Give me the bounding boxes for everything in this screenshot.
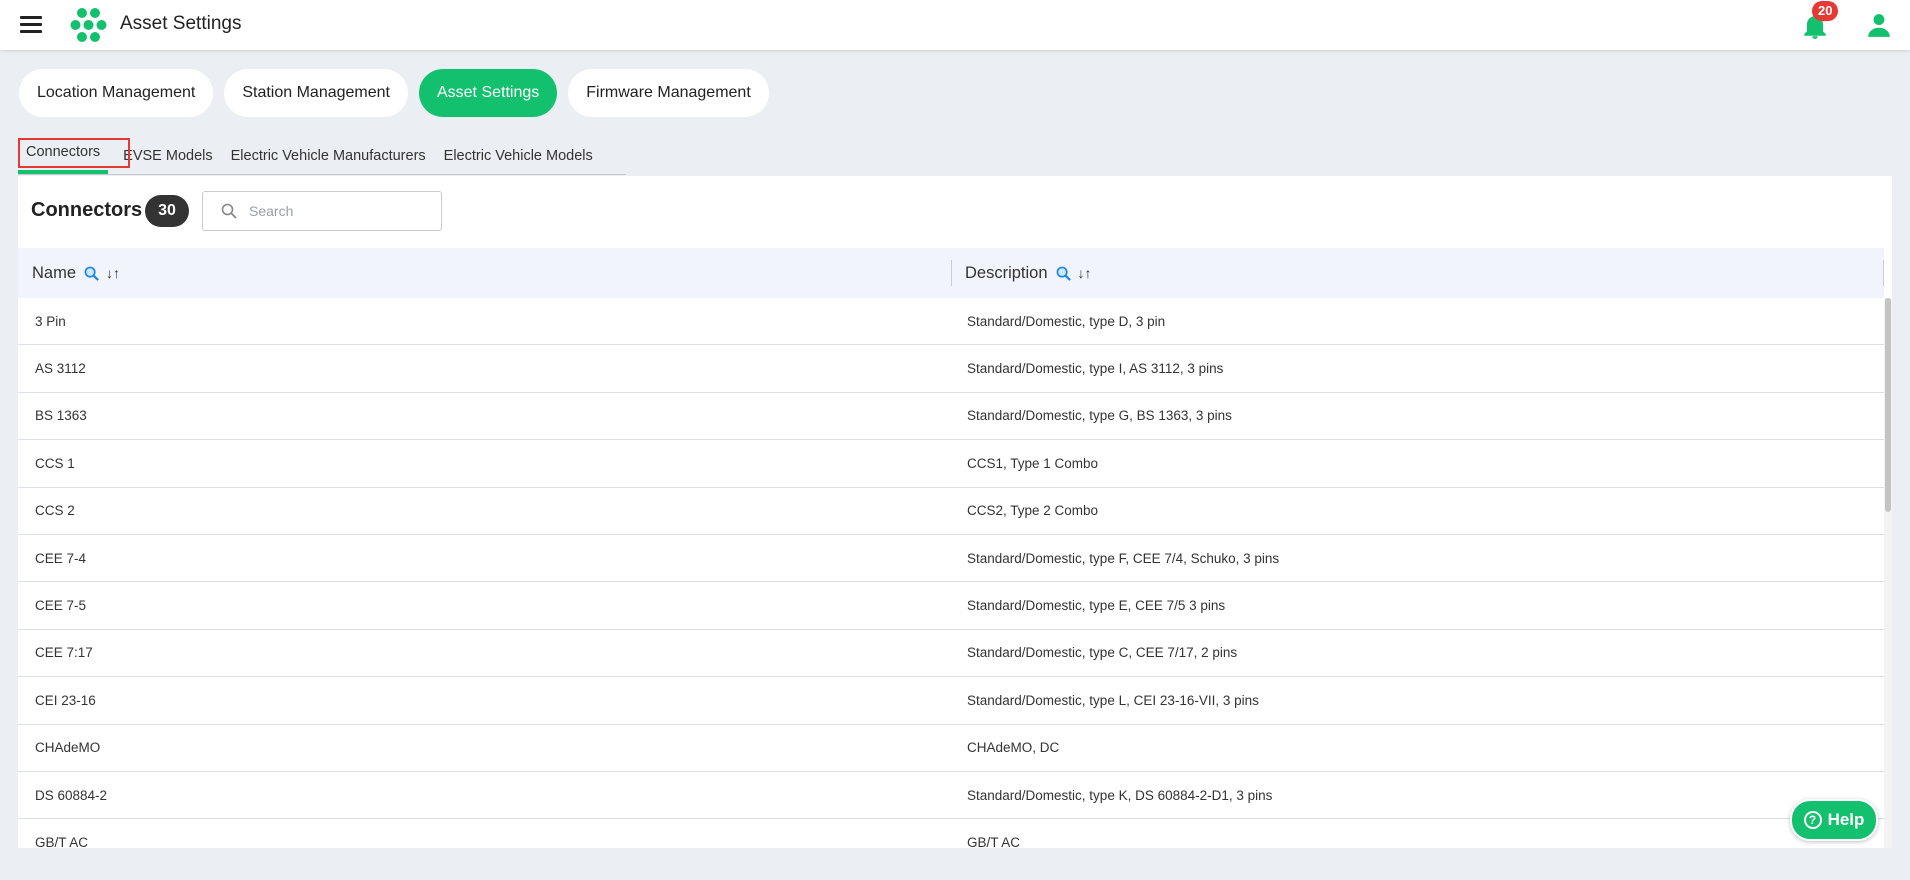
cell-name: CCS 2 [35, 503, 75, 519]
top-bar: Asset Settings 20 [0, 0, 1910, 50]
cell-description: Standard/Domestic, type E, CEE 7/5 3 pin… [967, 598, 1226, 614]
cell-description: GB/T AC [967, 834, 1021, 848]
cell-description: Standard/Domestic, type D, 3 pin [967, 313, 1166, 329]
column-header-description-label: Description [965, 263, 1048, 282]
cell-name: CEI 23-16 [35, 692, 96, 708]
section-title: Connectors [31, 199, 143, 221]
app-logo [70, 8, 107, 42]
subtab-ev-models[interactable]: Electric Vehicle Models [435, 137, 602, 174]
cell-description: Standard/Domestic, type I, AS 3112, 3 pi… [967, 361, 1224, 377]
cell-name: CCS 1 [35, 455, 75, 471]
cell-description: CCS2, Type 2 Combo [967, 503, 1099, 519]
main-tabs: Location Management Station Management A… [19, 69, 769, 117]
table-body: 3 Pin Standard/Domestic, type D, 3 pin AS… [18, 298, 1884, 848]
cell-name: 3 Pin [35, 313, 66, 329]
search-box[interactable] [202, 191, 442, 231]
cell-name: CEE 7-5 [35, 598, 87, 614]
subtab-ev-manufacturers[interactable]: Electric Vehicle Manufacturers [222, 137, 435, 174]
table-row[interactable]: AS 3112 Standard/Domestic, type I, AS 311… [18, 345, 1884, 393]
cell-name: GB/T AC [35, 834, 89, 848]
table-header: Name ↓↑ Description ↓↑ [18, 248, 1884, 298]
table-row[interactable]: CCS 1 CCS1, Type 1 Combo [18, 440, 1884, 488]
filter-search-icon[interactable] [1056, 266, 1071, 281]
notification-count-badge: 20 [1812, 1, 1839, 21]
tab-location-management[interactable]: Location Management [19, 69, 214, 117]
tab-asset-settings[interactable]: Asset Settings [418, 69, 558, 117]
hamburger-menu-icon[interactable] [20, 16, 42, 34]
table-row[interactable]: CHAdeMO CHAdeMO, DC [18, 725, 1884, 772]
user-profile-icon[interactable] [1866, 12, 1892, 38]
table-row[interactable]: GB/T AC GB/T AC [18, 819, 1884, 848]
table-row[interactable]: DS 60884-2 Standard/Domestic, type K, DS … [18, 772, 1884, 820]
sort-icon[interactable]: ↓↑ [1078, 265, 1092, 281]
count-badge: 30 [145, 195, 189, 227]
column-header-description[interactable]: Description ↓↑ [952, 248, 1884, 298]
table-row[interactable]: CEE 7-4 Standard/Domestic, type F, CEE 7/… [18, 535, 1884, 583]
tab-firmware-management[interactable]: Firmware Management [568, 69, 769, 117]
card-header: Connectors 30 [18, 176, 1892, 248]
sub-tabs: Connectors EVSE Models Electric Vehicle … [18, 137, 626, 175]
subtab-connectors-label: Connectors [26, 143, 101, 160]
tab-station-management[interactable]: Station Management [224, 69, 408, 117]
cell-name: CEE 7-4 [35, 550, 87, 566]
cell-name: DS 60884-2 [35, 787, 108, 803]
subtab-evse-models[interactable]: EVSE Models [114, 137, 221, 174]
cell-description: Standard/Domestic, type L, CEI 23-16-VII… [967, 692, 1259, 708]
column-header-name-label: Name [32, 263, 77, 282]
filter-search-icon[interactable] [84, 266, 99, 281]
cell-description: Standard/Domestic, type K, DS 60884-2-D1… [967, 787, 1273, 803]
scrollbar-thumb[interactable] [1885, 298, 1891, 512]
cell-description: Standard/Domestic, type G, BS 1363, 3 pi… [967, 408, 1232, 424]
table-row[interactable]: CEE 7-5 Standard/Domestic, type E, CEE 7/… [18, 582, 1884, 630]
cell-description: CCS1, Type 1 Combo [967, 455, 1099, 471]
cell-description: Standard/Domestic, type F, CEE 7/4, Schu… [967, 550, 1280, 566]
help-button[interactable]: ? Help [1790, 799, 1878, 841]
table-scrollbar[interactable] [1884, 298, 1892, 848]
search-icon [221, 203, 237, 219]
help-label: Help [1827, 810, 1865, 829]
sort-icon[interactable]: ↓↑ [106, 265, 120, 281]
subtab-connectors[interactable]: Connectors [18, 137, 130, 174]
table-row[interactable]: CCS 2 CCS2, Type 2 Combo [18, 488, 1884, 535]
table-row[interactable]: CEI 23-16 Standard/Domestic, type L, CEI … [18, 677, 1884, 725]
table-row[interactable]: BS 1363 Standard/Domestic, type G, BS 136… [18, 393, 1884, 441]
cell-name: CEE 7:17 [35, 645, 93, 661]
cell-description: Standard/Domestic, type C, CEE 7/17, 2 p… [967, 645, 1238, 661]
page-title: Asset Settings [120, 13, 242, 34]
column-header-name[interactable]: Name ↓↑ [18, 248, 952, 298]
cell-name: BS 1363 [35, 408, 87, 424]
table-row[interactable]: CEE 7:17 Standard/Domestic, type C, CEE 7… [18, 630, 1884, 678]
cell-description: CHAdeMO, DC [967, 740, 1060, 756]
table-row[interactable]: 3 Pin Standard/Domestic, type D, 3 pin [18, 298, 1884, 346]
cell-name: CHAdeMO [35, 740, 101, 756]
question-icon: ? [1803, 811, 1822, 829]
connectors-card: Connectors 30 Name ↓↑ Description ↓↑ [18, 176, 1892, 848]
cell-name: AS 3112 [35, 361, 86, 377]
search-input[interactable] [249, 203, 419, 219]
